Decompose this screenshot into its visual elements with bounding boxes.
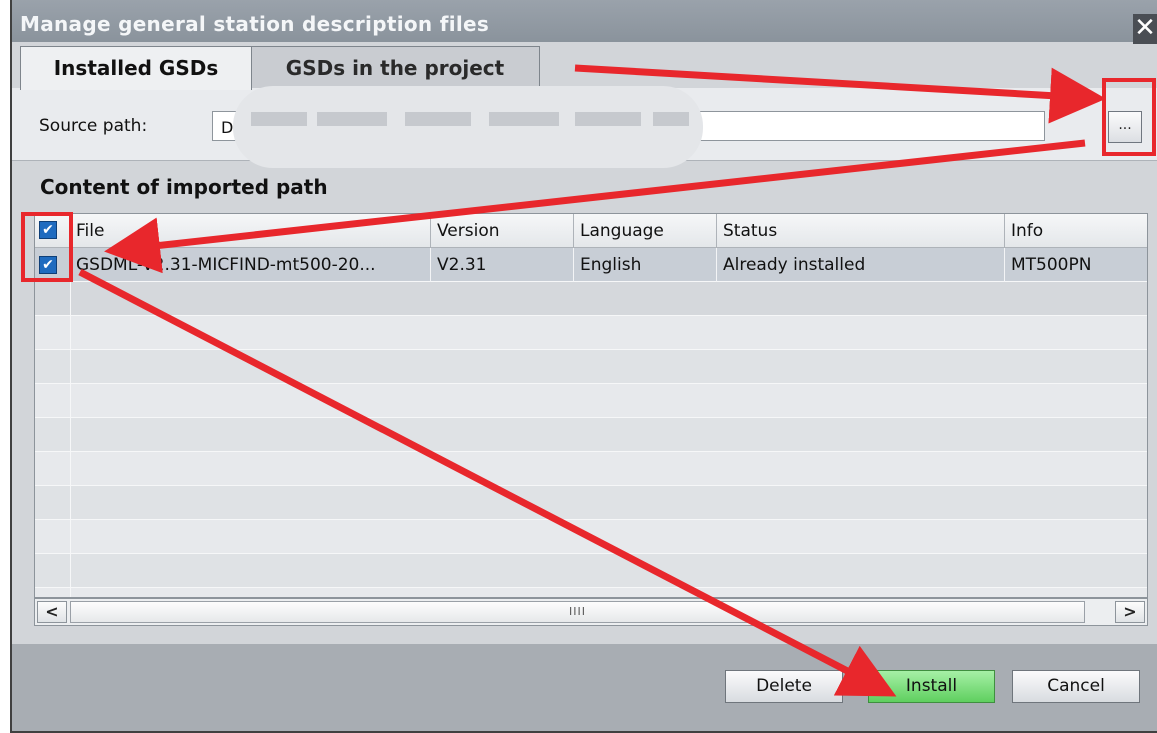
delete-button[interactable]: Delete xyxy=(725,670,843,703)
column-header-info[interactable]: Info xyxy=(1004,214,1147,247)
install-button[interactable]: Install xyxy=(868,670,995,703)
chevron-right-icon: > xyxy=(1123,602,1137,621)
column-header-version[interactable]: Version xyxy=(430,214,573,247)
blur-block xyxy=(489,112,559,126)
content-title: Content of imported path xyxy=(40,175,328,199)
blur-block xyxy=(653,112,689,126)
blurred-path-region xyxy=(233,86,703,168)
tab-gsds-in-project[interactable]: GSDs in the project xyxy=(250,46,540,89)
column-header-language[interactable]: Language xyxy=(573,214,716,247)
scroll-left-button[interactable]: < xyxy=(37,601,67,623)
empty-row xyxy=(35,520,1147,554)
title-bar: Manage general station description files… xyxy=(12,0,1157,44)
cell-info: MT500PN xyxy=(1004,248,1147,282)
horizontal-scrollbar[interactable]: < IIII > xyxy=(34,598,1148,626)
empty-row xyxy=(35,452,1147,486)
gsd-table: ✔ File Version Language Status Info ✔ GS… xyxy=(34,213,1148,598)
empty-row xyxy=(35,554,1147,588)
cell-language: English xyxy=(573,248,716,282)
cell-file: GSDML-V2.31-MICFIND-mt500-20... xyxy=(76,255,376,275)
scrollbar-thumb[interactable]: IIII xyxy=(70,601,1085,623)
select-all-checkbox[interactable]: ✔ xyxy=(39,221,57,239)
empty-row xyxy=(35,418,1147,452)
cell-version: V2.31 xyxy=(430,248,573,282)
table-header: ✔ File Version Language Status Info xyxy=(35,214,1147,248)
scroll-right-button[interactable]: > xyxy=(1115,601,1145,623)
blur-block xyxy=(317,112,387,126)
column-divider xyxy=(70,282,71,597)
chevron-left-icon: < xyxy=(45,602,59,621)
row-checkbox[interactable]: ✔ xyxy=(39,256,57,274)
window-title: Manage general station description files xyxy=(20,12,490,36)
table-row[interactable]: ✔ GSDML-V2.31-MICFIND-mt500-20... V2.31 … xyxy=(35,248,1147,282)
blur-block xyxy=(405,112,471,126)
empty-row xyxy=(35,316,1147,350)
empty-row xyxy=(35,282,1147,316)
browse-button[interactable]: ... xyxy=(1108,111,1142,143)
column-header-file[interactable]: File xyxy=(70,214,430,247)
blur-block xyxy=(575,112,641,126)
empty-row xyxy=(35,384,1147,418)
close-icon: ✕ xyxy=(1134,13,1156,43)
tab-installed-gsds[interactable]: Installed GSDs xyxy=(20,46,252,90)
empty-row xyxy=(35,486,1147,520)
close-button[interactable]: ✕ xyxy=(1133,14,1157,44)
blur-block xyxy=(251,112,307,126)
source-path-label: Source path: xyxy=(39,116,148,136)
empty-row xyxy=(35,350,1147,384)
cell-status: Already installed xyxy=(716,248,1004,282)
cancel-button[interactable]: Cancel xyxy=(1012,670,1140,703)
column-header-status[interactable]: Status xyxy=(716,214,1004,247)
